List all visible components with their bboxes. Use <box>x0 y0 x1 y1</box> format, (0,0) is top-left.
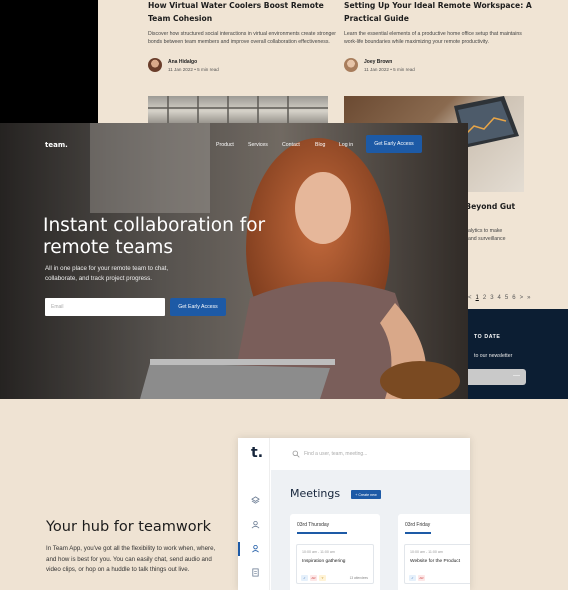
post-title[interactable]: How Virtual Water Coolers Boost Remote T… <box>148 0 338 25</box>
document-icon[interactable] <box>251 568 260 577</box>
tag: ✓ <box>409 575 416 581</box>
meeting-tags: ✓ AR <box>409 575 425 581</box>
hub-body: In Team App, you've got all the flexibil… <box>46 545 216 573</box>
nav-product[interactable]: Product <box>216 142 234 148</box>
post-meta: 11 Jan 2022 • 5 min read <box>168 66 219 72</box>
app-logo[interactable]: t. <box>251 445 263 461</box>
meeting-name: Website for the Product <box>410 559 461 564</box>
tag: ✓ <box>301 575 308 581</box>
conservatory-image <box>148 96 328 126</box>
hub-title: Your hub for teamwork <box>46 519 212 535</box>
excerpt-line: alytics to make <box>468 228 503 234</box>
meeting-day-card: 03rd Friday 10:00 am - 11:00 am Website … <box>398 514 470 590</box>
page-prev[interactable]: < <box>468 295 472 301</box>
app-sidebar: t. <box>238 438 270 590</box>
meeting-name: Inspiration gathering <box>302 559 346 564</box>
layers-icon[interactable] <box>251 496 260 505</box>
active-indicator <box>238 542 240 556</box>
meeting-tags: ✓ AR Y <box>301 575 326 581</box>
nav-contact[interactable]: Contact <box>282 142 300 148</box>
post-excerpt-partial: alytics to make and surveillance <box>468 227 506 243</box>
card-day: 03rd Thursday <box>297 522 330 528</box>
page-link[interactable]: 5 <box>505 295 508 301</box>
meeting-time: 10:00 am - 11:00 am <box>410 550 443 554</box>
hero-photo <box>0 123 468 399</box>
blog-post-card[interactable]: Setting Up Your Ideal Remote Workspace: … <box>344 0 534 72</box>
page-link[interactable]: 3 <box>490 295 493 301</box>
meeting-day-card: 03rd Thursday 10:00 am - 11:00 am Inspir… <box>290 514 380 590</box>
newsletter-title: TO DATE <box>474 334 501 340</box>
pagination: < 1 2 3 4 5 6 > » <box>468 295 530 301</box>
page-title: Meetings <box>290 487 341 500</box>
day-underline <box>405 532 431 534</box>
search-input[interactable]: Find a user, team, meeting... <box>304 451 367 457</box>
tag: Y <box>319 575 326 581</box>
email-field[interactable] <box>45 298 165 316</box>
post-meta: 11 Jan 2022 • 5 min read <box>364 66 415 72</box>
avatar <box>344 58 358 72</box>
attendee-count: 13 attendees <box>349 576 368 580</box>
hero-subtitle: All in one place for your remote team to… <box>45 265 169 282</box>
avatar <box>148 58 162 72</box>
hero-section: team. Product Services Contact Blog Log … <box>0 123 468 399</box>
nav-early-access-button[interactable]: Get Early Access <box>366 135 422 153</box>
page-link[interactable]: 2 <box>483 295 486 301</box>
post-excerpt: Learn the essential elements of a produc… <box>344 31 522 45</box>
blog-post-card[interactable]: How Virtual Water Coolers Boost Remote T… <box>148 0 338 72</box>
post-thumbnail[interactable] <box>148 96 328 126</box>
post-author: Ana Hidalgo 11 Jan 2022 • 5 min read <box>148 58 219 72</box>
card-day: 03rd Friday <box>405 522 431 528</box>
excerpt-line: and surveillance <box>468 236 506 242</box>
author-name: Ana Hidalgo <box>168 58 198 65</box>
page-link[interactable]: 1 <box>476 295 479 301</box>
post-title[interactable]: Setting Up Your Ideal Remote Workspace: … <box>344 0 534 25</box>
nav-services[interactable]: Services <box>248 142 268 148</box>
author-name: Joey Brown <box>364 58 393 65</box>
app-mockup: t. Find a user, team, meeting... Meeting… <box>238 438 470 590</box>
page-link[interactable]: 4 <box>498 295 501 301</box>
hero-title: Instant collaboration for remote teams <box>43 215 266 258</box>
tag: AR <box>310 575 317 581</box>
post-excerpt: Discover how structured social interacti… <box>148 31 336 45</box>
newsletter-email-input[interactable]: — <box>468 369 526 385</box>
user-icon[interactable] <box>251 544 260 553</box>
nav-blog[interactable]: Blog <box>315 142 325 148</box>
brand-logo[interactable]: team. <box>45 141 68 149</box>
nav-login[interactable]: Log in <box>339 142 353 148</box>
meeting-time: 10:00 am - 11:00 am <box>302 550 335 554</box>
create-meeting-button[interactable]: + Create new <box>351 490 381 499</box>
team-icon[interactable] <box>251 520 260 529</box>
page-last[interactable]: » <box>527 295 530 301</box>
early-access-button[interactable]: Get Early Access <box>170 298 226 316</box>
meeting-item[interactable]: 10:00 am - 11:00 am Inspiration gatherin… <box>296 544 374 584</box>
tag: AR <box>418 575 425 581</box>
page-next[interactable]: > <box>520 295 524 301</box>
post-author: Joey Brown 11 Jan 2022 • 5 min read <box>344 58 415 72</box>
page-link[interactable]: 6 <box>512 295 515 301</box>
search-icon[interactable] <box>292 450 300 458</box>
day-underline <box>297 532 347 534</box>
meeting-item[interactable]: 10:00 am - 11:00 am Website for the Prod… <box>404 544 470 584</box>
newsletter-subtitle: to our newsletter <box>474 353 513 359</box>
submit-arrow-icon[interactable]: — <box>513 372 520 379</box>
